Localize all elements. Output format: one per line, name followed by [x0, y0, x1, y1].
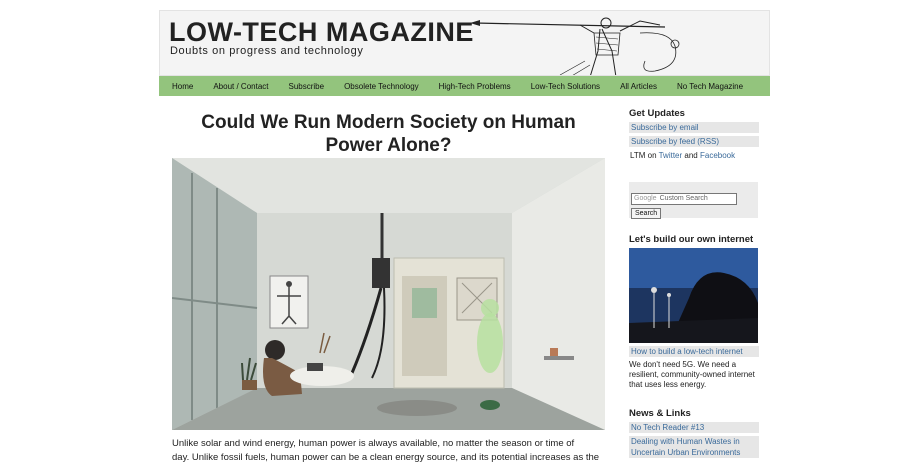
article-body-line: Unlike solar and wind energy, human powe… [172, 438, 575, 449]
updates-heading: Get Updates [629, 108, 685, 119]
news-item[interactable]: No Tech Reader #13 [629, 422, 759, 433]
room-illustration [172, 158, 605, 430]
sidebar-news: News & Links No Tech Reader #13 Dealing … [629, 408, 759, 461]
nav-all-articles[interactable]: All Articles [620, 82, 657, 91]
antenna-photo [629, 248, 758, 343]
nav-no-tech-magazine[interactable]: No Tech Magazine [677, 82, 743, 91]
internet-article-link[interactable]: How to build a low-tech internet [629, 346, 759, 357]
nav-about-contact[interactable]: About / Contact [213, 82, 268, 91]
internet-description: We don't need 5G. We need a resilient, c… [629, 360, 755, 389]
subscribe-email-link[interactable]: Subscribe by email [629, 122, 759, 133]
site-title[interactable]: LOW-TECH MAGAZINE [169, 17, 474, 48]
news-item[interactable]: Dealing with Human Wastes in Uncertain U… [629, 436, 759, 458]
twitter-link[interactable]: Twitter [659, 151, 683, 160]
sidebar-internet-feature: Let's build our own internet How to buil… [629, 234, 759, 390]
ltm-on-label: LTM on [630, 151, 657, 160]
google-brand-label: Google [634, 195, 657, 202]
nav-low-tech-solutions[interactable]: Low-Tech Solutions [531, 82, 600, 91]
nav-home[interactable]: Home [172, 82, 193, 91]
search-placeholder: Custom Search [659, 195, 708, 202]
internet-heading: Let's build our own internet [629, 234, 754, 245]
article-body: Unlike solar and wind energy, human powe… [172, 437, 605, 465]
sidebar-updates: Get Updates Subscribe by email Subscribe… [629, 108, 759, 161]
site-header: LOW-TECH MAGAZINE Doubts on progress and… [159, 10, 770, 76]
main-nav: Home About / Contact Subscribe Obsolete … [159, 76, 770, 96]
nav-subscribe[interactable]: Subscribe [289, 82, 325, 91]
article-hero-image [172, 158, 605, 430]
subscribe-feed-link[interactable]: Subscribe by feed (RSS) [629, 136, 759, 147]
and-label: and [684, 151, 698, 160]
social-links: LTM on Twitter and Facebook [629, 150, 759, 161]
search-button[interactable]: Search [631, 208, 662, 219]
facebook-link[interactable]: Facebook [700, 151, 735, 160]
internet-feature-image[interactable] [629, 248, 758, 343]
nav-obsolete-technology[interactable]: Obsolete Technology [344, 82, 419, 91]
site-tagline: Doubts on progress and technology [170, 45, 364, 57]
search-widget: Google Custom Search Search [629, 182, 758, 219]
search-input[interactable]: Google Custom Search [631, 193, 737, 205]
nav-high-tech-problems[interactable]: High-Tech Problems [439, 82, 511, 91]
article-body-line: day. Unlike fossil fuels, human power ca… [172, 452, 600, 463]
news-heading: News & Links [629, 408, 691, 419]
article-title[interactable]: Could We Run Modern Society on Human Pow… [172, 111, 605, 157]
header-illustration [470, 17, 680, 75]
